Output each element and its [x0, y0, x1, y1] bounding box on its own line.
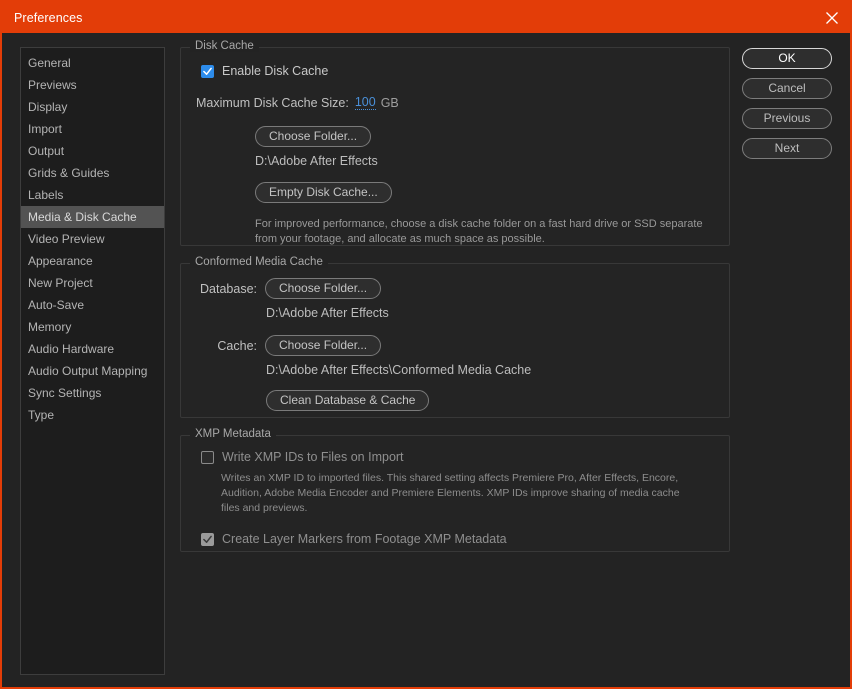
empty-disk-cache-button[interactable]: Empty Disk Cache...	[255, 182, 392, 203]
enable-disk-cache-label: Enable Disk Cache	[222, 64, 329, 78]
preferences-panel: Disk Cache Enable Disk Cache Maximum Dis…	[180, 40, 730, 569]
enable-disk-cache-row[interactable]: Enable Disk Cache	[201, 64, 715, 78]
cache-path: D:\Adobe After Effects\Conformed Media C…	[266, 363, 532, 377]
cache-label: Cache:	[217, 338, 257, 353]
sidebar-item-output[interactable]: Output	[21, 140, 164, 162]
sidebar-item-memory[interactable]: Memory	[21, 316, 164, 338]
sidebar-item-label: Previews	[28, 78, 77, 92]
sidebar-item-general[interactable]: General	[21, 52, 164, 74]
preferences-dialog: Preferences General Previews Display Imp…	[0, 0, 852, 689]
write-xmp-ids-label: Write XMP IDs to Files on Import	[222, 450, 404, 464]
previous-button[interactable]: Previous	[742, 108, 832, 129]
sidebar-item-video-preview[interactable]: Video Preview	[21, 228, 164, 250]
max-disk-cache-size-label: Maximum Disk Cache Size:	[196, 95, 349, 110]
sidebar-item-label: Memory	[28, 320, 72, 334]
sidebar-item-label: Video Preview	[28, 232, 105, 246]
sidebar-item-audio-hardware[interactable]: Audio Hardware	[21, 338, 164, 360]
sidebar-item-display[interactable]: Display	[21, 96, 164, 118]
xmp-metadata-group: XMP Metadata Write XMP IDs to Files on I…	[180, 428, 730, 552]
cancel-button[interactable]: Cancel	[742, 78, 832, 99]
conformed-media-cache-group: Conformed Media Cache Database: Choose F…	[180, 256, 730, 418]
disk-cache-folder-path: D:\Adobe After Effects	[255, 154, 378, 168]
close-icon[interactable]	[809, 2, 850, 33]
sidebar-item-label: Appearance	[28, 254, 93, 268]
dialog-actions: OK Cancel Previous Next	[742, 48, 832, 168]
sidebar-item-label: New Project	[28, 276, 93, 290]
database-path: D:\Adobe After Effects	[266, 306, 389, 320]
choose-folder-button[interactable]: Choose Folder...	[255, 126, 372, 147]
category-list[interactable]: General Previews Display Import Output G…	[20, 47, 165, 675]
sidebar-item-label: Audio Hardware	[28, 342, 115, 356]
write-xmp-ids-row[interactable]: Write XMP IDs to Files on Import	[201, 450, 715, 464]
sidebar-item-label: Import	[28, 122, 63, 136]
disk-cache-help-text: For improved performance, choose a disk …	[255, 218, 703, 245]
sidebar-item-auto-save[interactable]: Auto-Save	[21, 294, 164, 316]
ok-button[interactable]: OK	[742, 48, 832, 69]
cache-row: Cache: Choose Folder...	[195, 335, 715, 356]
disk-cache-folder-block: Choose Folder... D:\Adobe After Effects	[255, 126, 715, 168]
cache-choose-folder-button[interactable]: Choose Folder...	[265, 335, 382, 356]
conformed-media-cache-group-label: Conformed Media Cache	[190, 256, 328, 268]
sidebar-item-label: Labels	[28, 188, 64, 202]
sidebar-item-appearance[interactable]: Appearance	[21, 250, 164, 272]
xmp-metadata-group-label: XMP Metadata	[190, 428, 276, 440]
max-disk-cache-size-value[interactable]: 100	[354, 95, 376, 110]
sidebar-item-labels[interactable]: Labels	[21, 184, 164, 206]
sidebar-item-label: Media & Disk Cache	[28, 210, 137, 224]
sidebar-item-media-and-disk-cache[interactable]: Media & Disk Cache	[21, 206, 164, 228]
checkbox-unchecked-icon[interactable]	[201, 450, 214, 464]
sidebar-item-sync-settings[interactable]: Sync Settings	[21, 382, 164, 404]
checkbox-checked-icon[interactable]	[201, 64, 214, 78]
clean-database-block: Clean Database & Cache	[266, 390, 715, 411]
sidebar-item-label: Display	[28, 100, 68, 114]
sidebar-item-type[interactable]: Type	[21, 404, 164, 426]
disk-cache-group: Disk Cache Enable Disk Cache Maximum Dis…	[180, 40, 730, 246]
sidebar-item-new-project[interactable]: New Project	[21, 272, 164, 294]
checkbox-checked-disabled-icon[interactable]	[201, 532, 214, 546]
sidebar-item-label: Auto-Save	[28, 298, 85, 312]
sidebar-item-audio-output-mapping[interactable]: Audio Output Mapping	[21, 360, 164, 382]
window-title: Preferences	[14, 10, 83, 25]
next-button[interactable]: Next	[742, 138, 832, 159]
sidebar-item-label: Audio Output Mapping	[28, 364, 148, 378]
sidebar-item-import[interactable]: Import	[21, 118, 164, 140]
sidebar-item-previews[interactable]: Previews	[21, 74, 164, 96]
clean-database-and-cache-button[interactable]: Clean Database & Cache	[266, 390, 430, 411]
create-layer-markers-row[interactable]: Create Layer Markers from Footage XMP Me…	[201, 532, 715, 546]
database-row: Database: Choose Folder...	[195, 278, 715, 299]
empty-disk-cache-block: Empty Disk Cache...	[255, 182, 715, 203]
sidebar-item-label: General	[28, 56, 71, 70]
title-bar: Preferences	[2, 2, 850, 33]
max-disk-cache-size-row: Maximum Disk Cache Size: 100 GB	[196, 95, 715, 110]
sidebar-item-grids-and-guides[interactable]: Grids & Guides	[21, 162, 164, 184]
database-label: Database:	[200, 281, 257, 296]
database-choose-folder-button[interactable]: Choose Folder...	[265, 278, 382, 299]
sidebar-item-label: Grids & Guides	[28, 166, 110, 180]
sidebar-item-label: Sync Settings	[28, 386, 102, 400]
sidebar-item-label: Type	[28, 408, 55, 422]
max-disk-cache-size-unit: GB	[380, 95, 399, 110]
create-layer-markers-label: Create Layer Markers from Footage XMP Me…	[222, 532, 507, 546]
disk-cache-group-label: Disk Cache	[190, 40, 259, 52]
write-xmp-ids-help-text: Writes an XMP ID to imported files. This…	[221, 472, 680, 514]
sidebar-item-label: Output	[28, 144, 65, 158]
